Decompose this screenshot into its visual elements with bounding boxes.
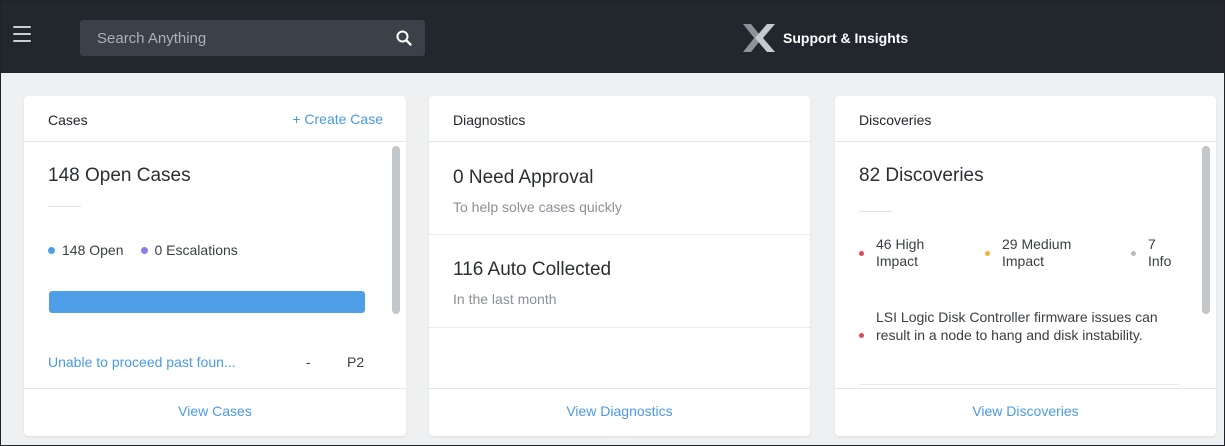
- open-legend-label: 148 Open: [62, 242, 124, 258]
- divider: [859, 384, 1179, 385]
- diagnostics-card-header: Diagnostics: [429, 96, 810, 142]
- auto-collected-count: 116 Auto Collected: [453, 259, 612, 280]
- view-cases-link[interactable]: View Cases: [178, 403, 252, 419]
- case-item-link[interactable]: Unable to proceed past foun...: [48, 354, 236, 370]
- auto-collected-subtitle: In the last month: [453, 291, 557, 307]
- cases-scrollbar[interactable]: [392, 146, 400, 314]
- high-impact-dot-icon: [859, 333, 864, 338]
- cases-card-header: Cases + Create Case: [24, 96, 406, 142]
- discoveries-card: Discoveries 82 Discoveries 46 High Impac…: [835, 96, 1216, 436]
- search-icon[interactable]: [395, 29, 413, 47]
- top-bar: Support & Insights: [1, 1, 1224, 73]
- diagnostics-title: Diagnostics: [453, 112, 526, 128]
- discovery-item[interactable]: LSI Logic Disk Controller firmware issue…: [859, 308, 1179, 344]
- medium-impact-label: Impact: [1002, 253, 1045, 269]
- diagnostics-card-footer: View Diagnostics: [429, 388, 810, 436]
- escalations-dot-icon: [140, 246, 148, 254]
- cases-card-footer: View Cases: [24, 388, 406, 436]
- brand-title: Support & Insights: [783, 30, 909, 46]
- view-discoveries-link[interactable]: View Discoveries: [972, 403, 1078, 419]
- x-logo-icon: [743, 24, 775, 52]
- discoveries-title: Discoveries: [859, 112, 932, 128]
- hamburger-menu-icon[interactable]: [13, 26, 33, 44]
- diagnostics-card: Diagnostics 0 Need Approval To help solv…: [429, 96, 810, 436]
- escalations-legend-label: 0 Escalations: [154, 242, 238, 258]
- need-approval-count: 0 Need Approval: [453, 167, 594, 188]
- case-item-separator: -: [306, 354, 311, 370]
- cases-legend: 148 Open 0 Escalations: [48, 242, 238, 258]
- discoveries-count: 82 Discoveries: [859, 165, 984, 186]
- app-frame: Support & Insights Cases + Create Case 1…: [0, 0, 1225, 446]
- high-impact-label: Impact: [876, 253, 919, 269]
- open-cases-progress-bar: [49, 291, 365, 313]
- brand: Support & Insights: [743, 23, 908, 53]
- medium-impact-count: 29 Medium: [1002, 236, 1072, 252]
- info-dot-icon: [1131, 251, 1136, 256]
- info-label: Info: [1148, 253, 1172, 269]
- case-item-priority: P2: [347, 354, 365, 370]
- divider: [48, 206, 81, 207]
- divider: [859, 211, 892, 212]
- open-cases-progress-fill: [49, 291, 365, 313]
- cases-card: Cases + Create Case 148 Open Cases 148 O…: [24, 96, 406, 436]
- discoveries-scrollbar[interactable]: [1202, 146, 1210, 314]
- discovery-item-text: LSI Logic Disk Controller firmware issue…: [876, 309, 1158, 343]
- discoveries-card-header: Discoveries: [835, 96, 1216, 142]
- discoveries-card-footer: View Discoveries: [835, 388, 1216, 436]
- need-approval-subtitle: To help solve cases quickly: [453, 199, 622, 215]
- high-impact-dot-icon: [859, 251, 864, 256]
- view-diagnostics-link[interactable]: View Diagnostics: [566, 403, 672, 419]
- open-cases-count: 148 Open Cases: [48, 165, 191, 186]
- divider: [429, 327, 810, 328]
- search-box: [80, 20, 425, 56]
- create-case-link[interactable]: + Create Case: [292, 111, 383, 127]
- info-stat: 7 Info: [1131, 236, 1171, 270]
- info-count: 7: [1148, 236, 1156, 252]
- high-impact-count: 46 High: [876, 236, 925, 252]
- cases-title: Cases: [48, 112, 88, 128]
- search-input[interactable]: [80, 20, 380, 56]
- high-impact-stat: 46 High Impact: [859, 236, 924, 270]
- open-dot-icon: [48, 246, 55, 254]
- divider: [429, 234, 810, 235]
- medium-impact-dot-icon: [985, 251, 990, 256]
- medium-impact-stat: 29 Medium Impact: [985, 236, 1071, 270]
